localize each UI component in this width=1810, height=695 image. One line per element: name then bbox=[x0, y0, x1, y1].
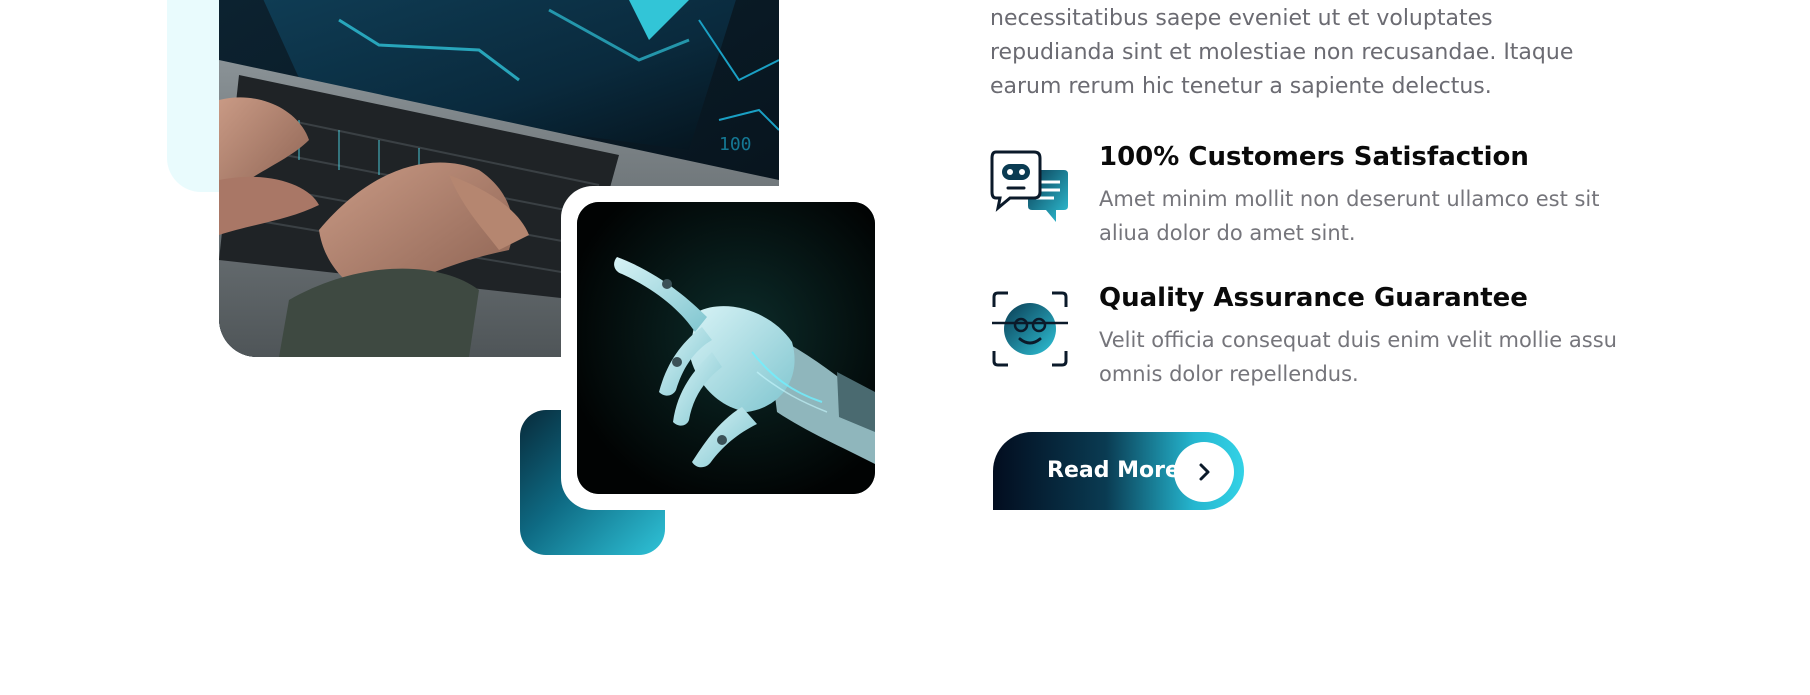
chatbot-icon bbox=[990, 148, 1070, 228]
feature-title: Quality Assurance Guarantee bbox=[1099, 283, 1528, 313]
feature-description: Amet minim mollit non deserunt ullamco e… bbox=[1099, 187, 1600, 245]
face-recognition-icon bbox=[990, 289, 1070, 369]
about-section: 100 necessitatibus saepe eveniet ut et v… bbox=[0, 0, 1810, 695]
read-more-button[interactable]: Read More bbox=[993, 432, 1244, 510]
svg-text:100: 100 bbox=[719, 134, 752, 155]
robot-hand-photo bbox=[577, 202, 875, 494]
chevron-right-icon bbox=[1174, 442, 1234, 502]
feature-description: Velit officia consequat duis enim velit … bbox=[1099, 328, 1617, 386]
intro-paragraph: necessitatibus saepe eveniet ut et volup… bbox=[990, 6, 1574, 99]
feature-title: 100% Customers Satisfaction bbox=[1099, 142, 1529, 172]
read-more-label: Read More bbox=[1047, 458, 1180, 483]
